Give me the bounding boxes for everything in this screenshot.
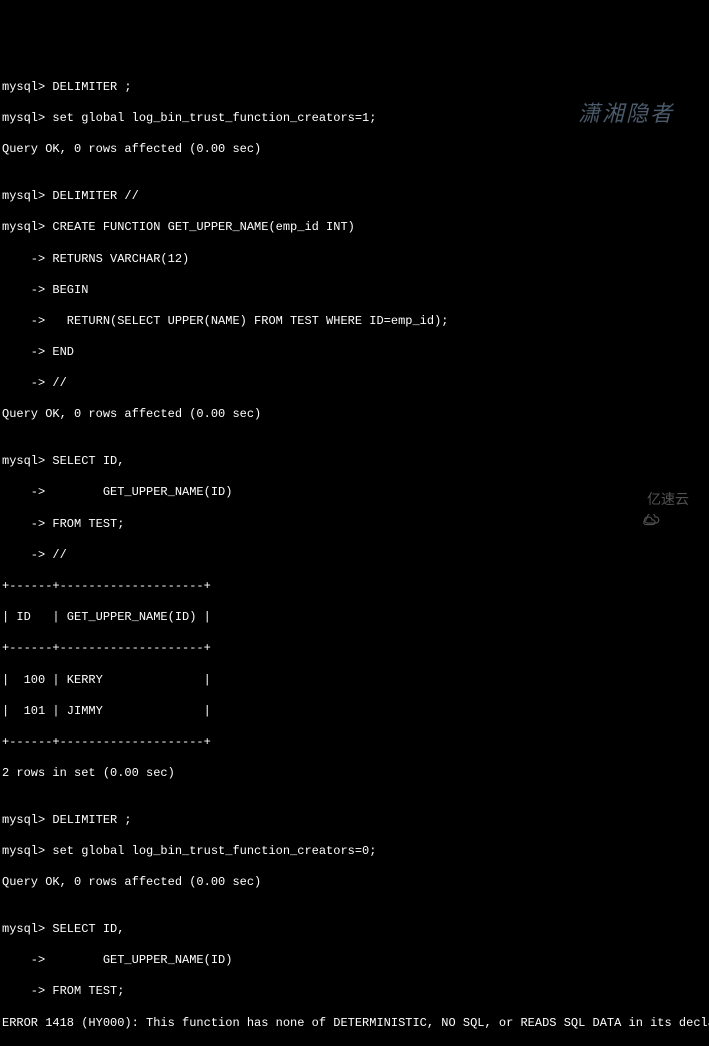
terminal-line: mysql> set global log_bin_trust_function…: [2, 111, 707, 127]
terminal-line: -> FROM TEST;: [2, 984, 707, 1000]
terminal-line: mysql> set global log_bin_trust_function…: [2, 844, 707, 860]
terminal-line: -> //: [2, 376, 707, 392]
terminal-line: 2 rows in set (0.00 sec): [2, 766, 707, 782]
terminal-line: mysql> SELECT ID,: [2, 454, 707, 470]
error-line: ERROR 1418 (HY000): This function has no…: [2, 1016, 707, 1032]
terminal-line: -> GET_UPPER_NAME(ID): [2, 485, 707, 501]
terminal-line: -> //: [2, 548, 707, 564]
terminal-line: -> RETURN(SELECT UPPER(NAME) FROM TEST W…: [2, 314, 707, 330]
terminal-line: mysql> SELECT ID,: [2, 922, 707, 938]
terminal-line: Query OK, 0 rows affected (0.00 sec): [2, 407, 707, 423]
terminal-line: Query OK, 0 rows affected (0.00 sec): [2, 875, 707, 891]
terminal-line: mysql> DELIMITER ;: [2, 813, 707, 829]
table-row: | 100 | KERRY |: [2, 673, 707, 689]
terminal-line: Query OK, 0 rows affected (0.00 sec): [2, 142, 707, 158]
terminal-line: -> GET_UPPER_NAME(ID): [2, 953, 707, 969]
table-row: | 101 | JIMMY |: [2, 704, 707, 720]
terminal-line: mysql> DELIMITER //: [2, 189, 707, 205]
table-border: +------+--------------------+: [2, 735, 707, 751]
terminal-line: mysql> DELIMITER ;: [2, 80, 707, 96]
terminal-line: -> BEGIN: [2, 283, 707, 299]
terminal-line: -> FROM TEST;: [2, 517, 707, 533]
table-border: +------+--------------------+: [2, 641, 707, 657]
table-header: | ID | GET_UPPER_NAME(ID) |: [2, 610, 707, 626]
terminal-output[interactable]: mysql> DELIMITER ; mysql> set global log…: [2, 64, 707, 1046]
terminal-line: -> END: [2, 345, 707, 361]
terminal-line: -> RETURNS VARCHAR(12): [2, 252, 707, 268]
table-border: +------+--------------------+: [2, 579, 707, 595]
terminal-line: mysql> CREATE FUNCTION GET_UPPER_NAME(em…: [2, 220, 707, 236]
